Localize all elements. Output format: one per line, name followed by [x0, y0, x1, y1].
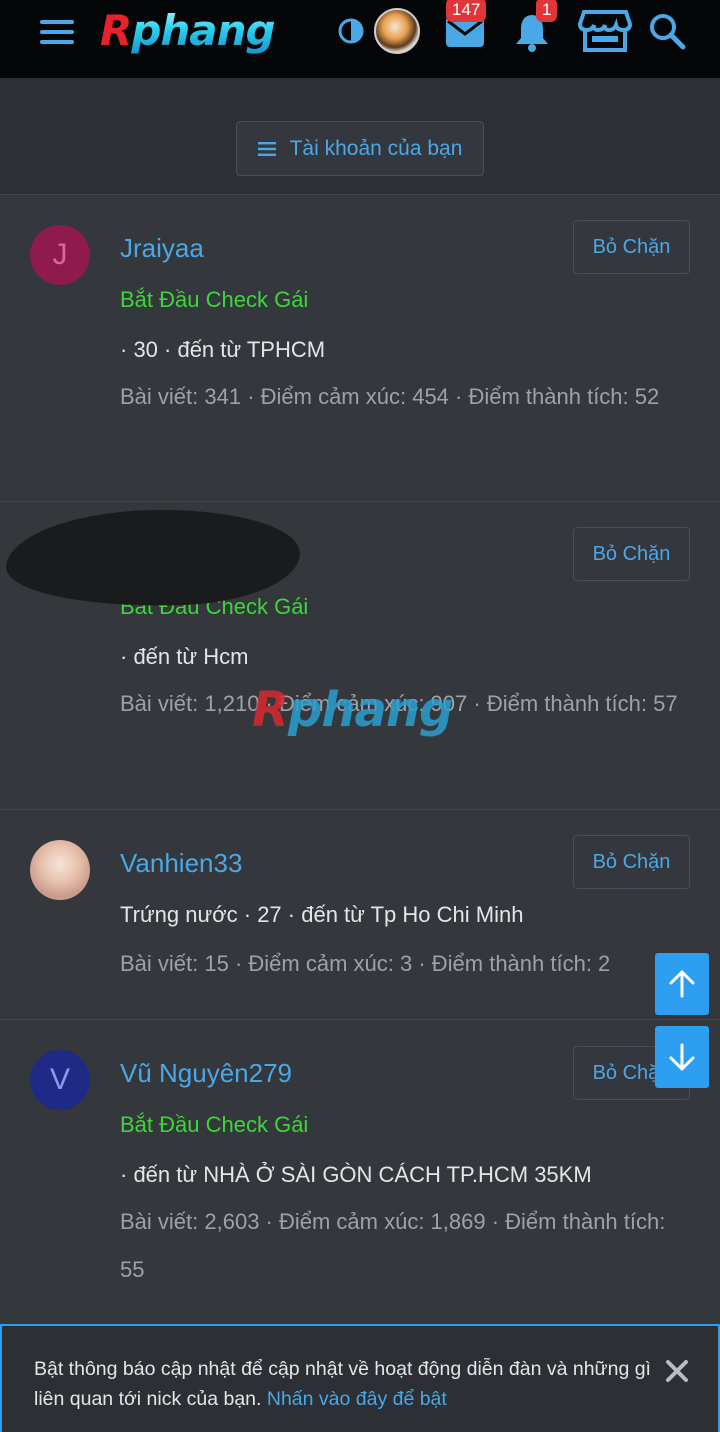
bell-badge: 1 [536, 0, 558, 22]
member-title: Bắt Đầu Check Gái [120, 287, 309, 312]
unblock-button[interactable]: Bỏ Chặn [573, 220, 690, 274]
member-stats: Bài viết: 341 · Điểm cảm xúc: 454 · Điểm… [120, 384, 660, 409]
member-info: · 30 · đến từ TPHCM [120, 337, 326, 362]
watermark-letter-r: R [252, 682, 289, 738]
list-item: J Jraiyaa Bắt Đầu Check Gái · 30 · đến t… [0, 194, 720, 501]
your-account-button[interactable]: Tài khoản của bạn [236, 121, 484, 176]
top-bar: Rphang 147 1 [0, 0, 720, 78]
user-avatar[interactable] [374, 8, 420, 54]
menu-icon[interactable] [36, 14, 78, 50]
avatar-letter: V [49, 1063, 70, 1096]
mail-badge: 147 [446, 0, 487, 22]
watermark-logo: Rphang [252, 682, 472, 746]
member-name[interactable]: Vanhien33 [120, 848, 242, 879]
member-name[interactable]: Jraiyaa [120, 233, 204, 264]
close-icon[interactable] [664, 1358, 692, 1386]
enable-notifications-link[interactable]: Nhấn vào đây để bật [267, 1388, 447, 1410]
logo-letter-r: R [100, 5, 132, 55]
notice-text: Bật thông báo cập nhật để cập nhật về ho… [34, 1354, 664, 1414]
arrow-up-icon [669, 970, 695, 998]
avatar[interactable]: J [30, 225, 90, 285]
member-name[interactable]: Vũ Nguyên279 [120, 1058, 292, 1089]
avatar-letter: J [52, 238, 68, 271]
member-stats: Bài viết: 2,603 · Điểm cảm xúc: 1,869 · … [120, 1209, 666, 1282]
your-account-label: Tài khoản của bạn [289, 136, 463, 160]
member-info: · đến từ Hcm [120, 644, 249, 669]
avatar[interactable]: V [30, 1050, 90, 1110]
avatar[interactable] [30, 840, 90, 900]
member-info: Trứng nước · 27 · đến từ Tp Ho Chi Minh [120, 902, 524, 927]
logo-text: phang [131, 5, 275, 55]
account-strip: Tài khoản của bạn [0, 78, 720, 194]
member-stats: Bài viết: 15 · Điểm cảm xúc: 3 · Điểm th… [120, 951, 611, 976]
list-icon [257, 141, 276, 156]
scroll-down-button[interactable] [655, 1026, 709, 1088]
list-item: V Vũ Nguyên279 Bắt Đầu Check Gái · đến t… [0, 1019, 720, 1324]
store-icon[interactable] [576, 6, 634, 56]
search-icon[interactable] [646, 10, 688, 52]
scroll-up-button[interactable] [655, 953, 709, 1015]
member-title: Bắt Đầu Check Gái [120, 1112, 309, 1137]
theme-toggle-icon[interactable] [336, 16, 366, 46]
list-item: Vanhien33 Trứng nước · 27 · đến từ Tp Ho… [0, 809, 720, 1019]
unblock-button[interactable]: Bỏ Chặn [573, 527, 690, 581]
unblock-button[interactable]: Bỏ Chặn [573, 835, 690, 889]
watermark-text: phang [287, 682, 453, 738]
site-logo[interactable]: Rphang [100, 2, 310, 58]
member-info: · đến từ NHÀ Ở SÀI GÒN CÁCH TP.HCM 35KM [120, 1162, 592, 1187]
arrow-down-icon [669, 1043, 695, 1071]
push-notice: Bật thông báo cập nhật để cập nhật về ho… [0, 1324, 720, 1432]
